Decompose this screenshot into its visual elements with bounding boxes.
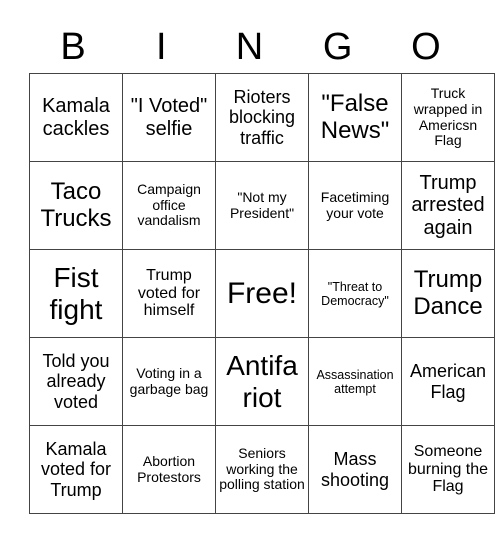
bingo-cell[interactable]: Abortion Protestors xyxy=(122,425,216,514)
bingo-cell[interactable]: Antifa riot xyxy=(215,337,309,426)
bingo-cell[interactable]: Fist fight xyxy=(29,249,123,338)
bingo-cell[interactable]: Facetiming your vote xyxy=(308,161,402,250)
board-row: Taco Trucks Campaign office vandalism "N… xyxy=(29,161,495,250)
bingo-cell[interactable]: Trump arrested again xyxy=(401,161,495,250)
bingo-header: B I N G O xyxy=(29,22,470,72)
board-row: Fist fight Trump voted for himself Free!… xyxy=(29,249,495,338)
header-letter-b: B xyxy=(60,26,86,68)
bingo-cell[interactable]: Truck wrapped in Americsn Flag xyxy=(401,73,495,162)
board-row: Kamala voted for Trump Abortion Protesto… xyxy=(29,425,495,514)
bingo-cell[interactable]: Rioters blocking traffic xyxy=(215,73,309,162)
board-row: Told you already voted Voting in a garba… xyxy=(29,337,495,426)
header-letter-g: G xyxy=(322,26,353,68)
bingo-cell[interactable]: Told you already voted xyxy=(29,337,123,426)
bingo-cell[interactable]: Seniors working the polling station xyxy=(215,425,309,514)
bingo-cell[interactable]: "I Voted" selfie xyxy=(122,73,216,162)
bingo-cell[interactable]: "Not my President" xyxy=(215,161,309,250)
header-letter-i: I xyxy=(156,26,167,68)
bingo-cell[interactable]: Voting in a garbage bag xyxy=(122,337,216,426)
bingo-board: Kamala cackles "I Voted" selfie Rioters … xyxy=(29,73,495,514)
header-letter-n: N xyxy=(235,26,264,68)
bingo-cell[interactable]: Trump Dance xyxy=(401,249,495,338)
free-space-cell[interactable]: Free! xyxy=(215,249,309,338)
bingo-cell[interactable]: "Threat to Democracy" xyxy=(308,249,402,338)
board-row: Kamala cackles "I Voted" selfie Rioters … xyxy=(29,73,495,162)
bingo-cell[interactable]: Trump voted for himself xyxy=(122,249,216,338)
bingo-cell[interactable]: "False News" xyxy=(308,73,402,162)
bingo-cell[interactable]: Kamala voted for Trump xyxy=(29,425,123,514)
header-letter-o: O xyxy=(411,26,441,68)
bingo-cell[interactable]: Someone burning the Flag xyxy=(401,425,495,514)
bingo-cell[interactable]: Campaign office vandalism xyxy=(122,161,216,250)
bingo-cell[interactable]: American Flag xyxy=(401,337,495,426)
bingo-cell[interactable]: Mass shooting xyxy=(308,425,402,514)
bingo-cell[interactable]: Kamala cackles xyxy=(29,73,123,162)
bingo-cell[interactable]: Assassination attempt xyxy=(308,337,402,426)
bingo-cell[interactable]: Taco Trucks xyxy=(29,161,123,250)
